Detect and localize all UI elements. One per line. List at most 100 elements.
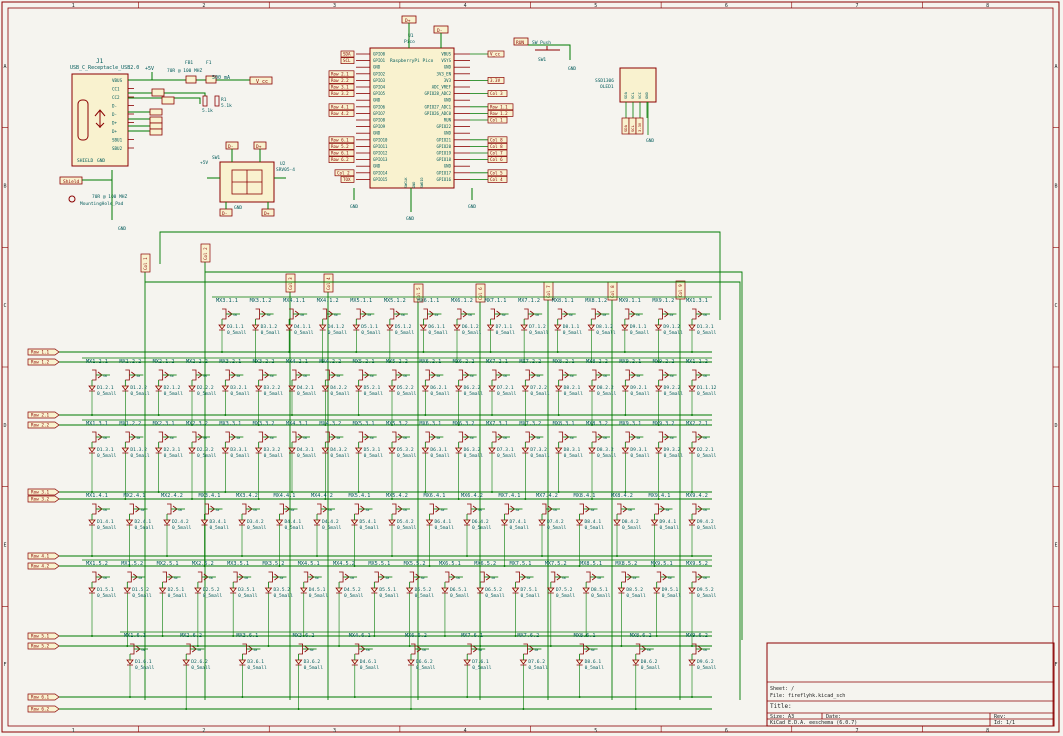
switch-ref: MX9.1.2 [652, 298, 674, 304]
key-switch: MX4.2.1SWD4.2.10_5mall [286, 359, 317, 416]
pico-pin-label: GPIO20 [437, 144, 452, 149]
diode-ref: D3.4.2 [247, 519, 264, 525]
switch-ref: MX9.3.2 [653, 421, 675, 427]
diode-value: 0_5mall [528, 665, 548, 671]
junction-dot [634, 708, 637, 710]
pico-pin-label: GPIO16 [437, 177, 452, 182]
pico-right-net: 3.3V [490, 78, 501, 83]
junction-dot [410, 708, 412, 710]
diode-symbol-icon [588, 385, 596, 392]
diode-value: 0_5mall [529, 330, 549, 336]
junction-dot [232, 635, 235, 637]
usb-pin-label: SBU1 [112, 138, 123, 143]
diode-value: 0_5mall [585, 525, 605, 531]
diode-value: 0_5mall [264, 453, 284, 459]
junction-dot [338, 645, 341, 647]
pico-pin-label: 3V3 [444, 78, 452, 83]
key-switch: MX3.1.1SWD3.1.10_5mall [216, 298, 247, 353]
switch-ref: MX4.2.2 [319, 359, 341, 365]
diode-value: 0_5mall [197, 391, 217, 397]
switch-ref: MX1.3.1 [686, 298, 708, 304]
switch-ref: MX3.3.2 [253, 421, 275, 427]
key-switch: MX1.2.1SWD1.2.10_5mall [86, 359, 117, 416]
junction-dot [491, 414, 493, 416]
frame-row-label: D [1054, 423, 1057, 429]
key-switch: MX6.4.2SWD6.4.20_5mall [461, 493, 492, 557]
pico-pin-label: GPIO10 [373, 137, 388, 142]
diode-value: 0_5mall [247, 665, 267, 671]
diode-value: 0_5mall [397, 453, 417, 459]
junction-dot [355, 351, 358, 353]
column-net-label: Col 7 [546, 285, 551, 298]
key-switch: MX6.5.1SWD6.5.10_5mall [439, 561, 470, 637]
switch-ref: MX7.6.1 [461, 633, 483, 639]
key-switch: MX3.2.2SWD3.2.20_5mall [253, 359, 283, 426]
diode-ref: D3.2.2 [264, 385, 281, 391]
pico-left-net: SDA [343, 52, 351, 57]
diode-value: 0_5mall [227, 330, 247, 336]
pico-pin-label: GPIO4 [373, 85, 386, 90]
usb-pin-label: SBU2 [112, 146, 123, 151]
key-switch: MX9.1.1SWD9.1.10_5mall [619, 298, 649, 353]
key-switch: MX2.5.1SWD2.5.10_5mall [157, 561, 187, 637]
esd-ref: SW1 [212, 155, 220, 161]
key-switch: MX9.3.2SWD9.3.20_5mall [653, 421, 684, 500]
pico-right-net: Col 7 [490, 151, 503, 156]
key-switch: MX2.2.1SWD2.2.10_5mall [686, 421, 717, 493]
junction-dot [241, 696, 244, 698]
diode-value: 0_5mall [330, 453, 350, 459]
diode-value: 0_5mall [697, 525, 717, 531]
junction-dot [291, 414, 293, 416]
key-switch: MX8.6.1SWD8.6.10_5mall [574, 633, 604, 698]
key-switch: MX4.6.1SWD4.6.10_5mall [349, 633, 379, 698]
diode-ref: D5.3.1 [364, 447, 381, 453]
key-switch: MX9.3.1SWD9.3.10_5mall [619, 421, 650, 493]
switch-ref: MX7.3.2 [519, 421, 541, 427]
pico-pin-label: VSYS [441, 58, 451, 63]
frame-row-label: C [1054, 303, 1057, 309]
key-switch: MX7.4.2SWD7.4.20_5mall [536, 493, 567, 557]
diode-symbol-icon [218, 324, 226, 331]
diode-ref: D8.1.1 [563, 324, 580, 330]
r1-ref: R1 [221, 97, 227, 103]
diode-value: 0_5mall [664, 453, 684, 459]
diode-ref: D7.3.2 [530, 447, 547, 453]
diode-symbol-icon [575, 519, 584, 526]
diode-ref: D3.1.2 [261, 324, 278, 330]
pico-swd-1: SWCLK [404, 177, 408, 188]
diode-value: 0_5mall [361, 330, 381, 336]
usb-pin-label: D+ [112, 121, 118, 126]
junction-dot [616, 555, 618, 557]
switch-ref: MX4.5.1 [298, 561, 320, 567]
diode-ref: D4.4.2 [322, 519, 339, 525]
row-net-label: Row 1.1 [31, 350, 50, 356]
diode-ref: D5.5.1 [379, 587, 396, 593]
pico-left-net: Row 6.1 [331, 151, 349, 156]
key-switch: MX6.3.1SWD6.3.10_5mall [419, 421, 450, 493]
switch-ref: MX4.1.1 [283, 298, 305, 304]
diode-ref: D6.4.2 [472, 519, 489, 525]
diode-symbol-icon [521, 447, 530, 454]
switch-ref: MX7.2.2 [519, 359, 541, 365]
diode-ref: D8.4.2 [622, 519, 639, 525]
diode-ref: D1.1.12 [697, 385, 717, 391]
diode-ref: D3.4.1 [210, 519, 227, 525]
diode-value: 0_5mall [397, 525, 417, 531]
diode-ref: D7.5.1 [521, 587, 538, 593]
frame-row-label: F [1054, 662, 1057, 668]
oled-value: OLED1 [600, 84, 614, 90]
diode-value: 0_5mall [130, 453, 150, 459]
diode-value: 0_5mall [510, 525, 530, 531]
ferrite-bead [185, 75, 197, 84]
pico-top-net-1: D+ [405, 18, 411, 24]
diode-symbol-icon [126, 659, 134, 666]
oled-pin-label: VCC [637, 92, 642, 99]
switch-ref: MX8.5.1 [580, 561, 602, 567]
pico-pin-label: GPIO2 [373, 71, 386, 76]
row-net-label: Row 5.2 [31, 644, 50, 650]
diode-ref: D2.4.1 [135, 519, 152, 525]
diode-symbol-icon [313, 519, 321, 526]
pico-pin-label: GPIO27_ADC1 [425, 104, 452, 109]
junction-dot [157, 414, 160, 416]
diode-ref: D1.5.1 [97, 587, 114, 593]
